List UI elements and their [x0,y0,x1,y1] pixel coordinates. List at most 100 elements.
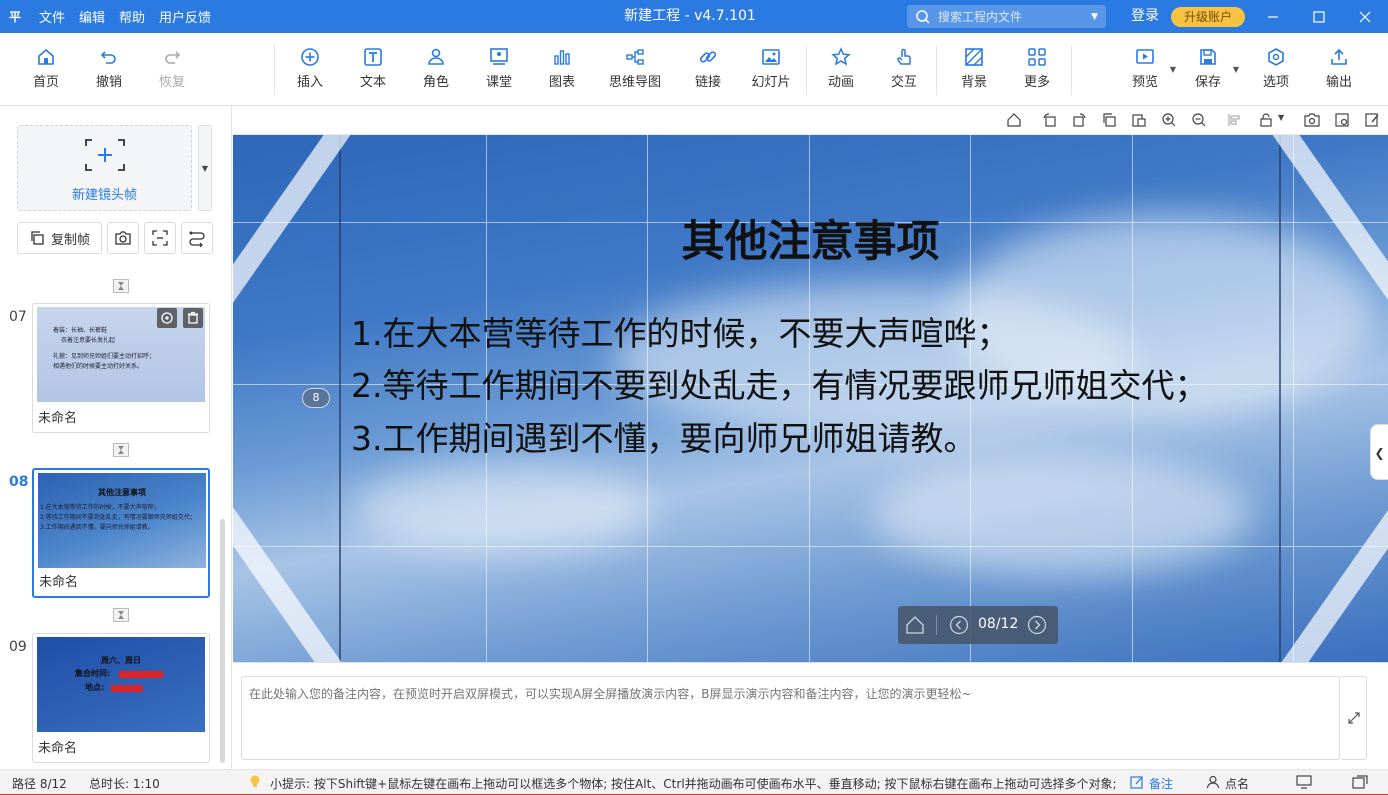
chart-button[interactable]: 图表 [529,47,595,90]
star-icon [831,47,851,66]
frame-delete-button[interactable] [183,308,203,328]
total-duration: 总时长: 1:10 [89,777,160,791]
transition-marker[interactable] [113,279,129,293]
guide-line [233,546,1388,547]
screen-icon[interactable] [1296,775,1312,789]
slide-text-line-3[interactable]: 3.工作期间遇到不懂，要向师兄师姐请教。 [351,412,977,460]
role-button[interactable]: 角色 [403,47,469,90]
image-icon [762,49,780,65]
chevron-down-icon[interactable]: ▼ [1233,65,1239,74]
close-button[interactable] [1342,0,1388,33]
edit-icon[interactable] [1364,112,1380,128]
preview-button[interactable]: 预览 ▼ [1112,47,1178,90]
toolbar-divider [274,45,275,95]
prev-frame-icon[interactable] [949,615,969,635]
mindmap-icon [626,49,644,65]
frame-card-08[interactable]: 其他注意事项 1.在大本营等待工作的时候，不要大声喧哗； 2.等待工作期间不要到… [32,468,210,598]
frame-settings-button[interactable] [157,308,177,328]
trash-icon [188,311,198,324]
home-button[interactable]: 首页 [13,47,79,90]
frame-thumbnail: 着装：长袖、长裤鞋 衣着注意要长发扎起 礼貌：见到师兄师姐们要主动打招呼； 相遇… [37,307,205,402]
frame-card-09[interactable]: 周六、周日 集合时间: 地点: 未命名 [32,633,210,763]
lightbulb-icon [250,775,260,787]
interact-button[interactable]: 交互 [871,47,937,90]
settings-icon[interactable] [1334,112,1350,128]
frame-navigator: 08/12 [898,606,1058,644]
fit-frame-button[interactable] [144,222,176,254]
transition-marker[interactable] [113,608,129,622]
frame-card-07[interactable]: 着装：长袖、长裤鞋 衣着注意要长发扎起 礼貌：见到师兄师姐们要主动打招呼； 相遇… [32,303,210,433]
paste-icon[interactable] [1131,112,1147,128]
notes-toggle-button[interactable]: 备注 [1149,775,1173,792]
cloud-decoration [873,455,1253,575]
search-input[interactable]: 搜索工程内文件 ▼ [907,5,1106,28]
notes-box [241,676,1340,760]
classroom-button[interactable]: 课堂 [466,47,532,90]
route-icon [189,231,205,247]
maximize-button[interactable] [1296,0,1342,33]
upgrade-button[interactable]: 升级账户 [1171,7,1245,27]
copy-icon[interactable] [1101,112,1117,128]
eye-icon [161,312,173,324]
zoom-in-icon[interactable] [1161,112,1177,128]
menu-help[interactable]: 帮助 [119,7,145,26]
redacted-highlight [111,685,143,692]
undo-button[interactable]: 撤销 [76,47,142,90]
maximize-icon [1313,10,1325,23]
chevron-down-icon[interactable]: ▼ [1091,12,1098,22]
minimize-icon [1268,15,1278,18]
rotate-left-icon[interactable] [1042,112,1058,128]
menu-edit[interactable]: 编辑 [79,7,105,26]
lock-icon[interactable] [1258,112,1274,128]
collapse-right-panel-button[interactable]: ❮ [1370,424,1388,480]
rotate-right-icon[interactable] [1071,112,1087,128]
camera-icon[interactable] [1304,112,1320,128]
menu-bar: 文件 编辑 帮助 用户反馈 [39,0,211,33]
minimize-button[interactable] [1250,0,1296,33]
more-button[interactable]: 更多 [1004,47,1070,90]
transition-marker[interactable] [113,443,129,457]
divider [936,615,937,635]
slide-canvas[interactable]: 其他注意事项 1.在大本营等待工作的时候，不要大声喧哗； 2.等待工作期间不要到… [233,135,1388,662]
text-button[interactable]: 文本 [340,47,406,90]
frame-thumbnail: 其他注意事项 1.在大本营等待工作的时候，不要大声喧哗； 2.等待工作期间不要到… [38,473,206,568]
copy-frame-button[interactable]: 复制帧 [17,222,102,254]
new-frame-dropdown[interactable]: ▼ [198,125,212,211]
export-button[interactable]: 输出 [1306,47,1372,90]
snapshot-button[interactable] [107,222,139,254]
new-frame-button[interactable]: 新建镜头帧 [17,125,192,211]
slide-text-line-2[interactable]: 2.等待工作期间不要到处乱走，有情况要跟师兄师姐交代； [351,359,1208,407]
background-icon [965,48,983,66]
menu-feedback[interactable]: 用户反馈 [159,7,211,26]
save-button[interactable]: 保存 ▼ [1175,47,1241,90]
path-indicator: 路径 8/12 [12,777,67,791]
redo-button[interactable]: 恢复 [139,47,205,90]
next-frame-icon[interactable] [1027,615,1047,635]
animation-button[interactable]: 动画 [808,47,874,90]
notes-input[interactable] [242,677,1339,759]
home-icon[interactable] [905,615,925,635]
slide-text-line-1[interactable]: 1.在大本营等待工作的时候，不要大声喧哗； [351,307,1010,355]
slide-title[interactable]: 其他注意事项 [233,207,1388,269]
background-button[interactable]: 背景 [941,47,1007,90]
login-button[interactable]: 登录 [1131,0,1159,33]
chevron-down-icon[interactable]: ▼ [1278,113,1284,122]
insert-button[interactable]: 插入 [277,47,343,90]
options-button[interactable]: 选项 [1243,47,1309,90]
path-order-button[interactable] [181,222,213,254]
mindmap-button[interactable]: 思维导图 [602,47,668,90]
link-button[interactable]: 链接 [675,47,741,90]
scan-frame-icon [152,230,168,246]
rollcall-button[interactable]: 点名 [1225,775,1249,792]
fullscreen-icon[interactable] [1352,775,1368,789]
frame-panel: 新建镜头帧 ▼ 复制帧 07 着装：长袖、长裤鞋 衣着注意要长发扎起 礼貌：见到… [0,106,232,769]
link-icon [699,51,717,63]
frame-list-scrollbar[interactable] [220,519,225,763]
frame-page-marker[interactable]: 8 [302,388,330,408]
zoom-out-icon[interactable] [1191,112,1207,128]
align-icon[interactable] [1227,112,1243,128]
menu-file[interactable]: 文件 [39,7,65,26]
slide-button[interactable]: 幻灯片 [738,47,804,90]
expand-notes-button[interactable] [1341,676,1367,760]
home-icon[interactable] [1006,112,1022,128]
